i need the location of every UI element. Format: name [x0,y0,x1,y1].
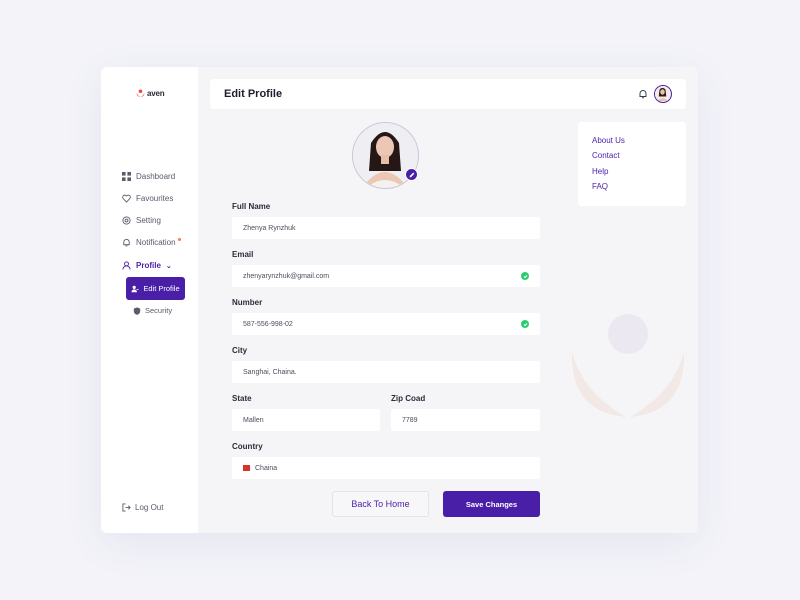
logo-icon [136,89,145,98]
user-avatar[interactable] [654,85,672,103]
link-contact[interactable]: Contact [592,151,620,160]
shield-icon [133,306,141,315]
email-value: zhenyarynzhuk@gmail.com [243,272,330,280]
bell-icon [123,238,130,247]
sidebar-item-favourites[interactable]: Favourites [122,194,173,203]
brand-name: aven [147,89,165,98]
sidebar-item-setting[interactable]: Setting [122,216,161,225]
sidebar-subitem-security[interactable]: Security [133,306,172,315]
grid-icon [122,172,131,181]
sidebar-item-label: Profile [136,261,161,270]
gear-icon [122,216,131,225]
user-edit-icon [131,285,139,292]
sidebar-item-label: Setting [136,216,161,225]
full-name-value: Zhenya Rynzhuk [243,224,296,232]
zip-field[interactable]: 7789 [391,409,540,431]
check-icon [521,272,529,280]
sidebar-item-label: Favourites [136,194,174,203]
avatar-portrait [655,86,670,101]
email-field[interactable]: zhenyarynzhuk@gmail.com [232,265,540,287]
pencil-icon [409,172,414,177]
notification-bell-icon[interactable] [638,89,648,99]
chevron-down-icon: ⌄ [165,262,172,270]
number-field[interactable]: 587-556-998-02 [232,313,540,335]
state-value: Mallen [243,416,264,424]
edit-photo-button[interactable] [405,168,418,181]
state-label: State [232,394,252,403]
number-value: 587-556-998-02 [243,320,293,328]
notification-dot [177,238,181,241]
city-value: Sanghai, Chaina. [243,368,297,376]
logout-button[interactable]: Log Out [122,503,163,512]
top-bar: Edit Profile [210,79,686,109]
page-title: Edit Profile [224,88,283,100]
user-icon [122,261,131,270]
back-to-home-button[interactable]: Back To Home [332,491,429,517]
sidebar-item-label: Dashboard [136,172,176,181]
number-label: Number [232,298,263,307]
sidebar-subitem-edit-profile[interactable]: Edit Profile [126,277,185,300]
link-faq[interactable]: FAQ [592,182,608,191]
full-name-label: Full Name [232,202,271,211]
link-help[interactable]: Help [592,167,608,176]
sidebar-item-profile[interactable]: Profile ⌄ [122,261,172,270]
sidebar-subitem-label: Edit Profile [143,284,180,293]
state-field[interactable]: Mallen [232,409,380,431]
brand-logo[interactable]: aven [136,89,165,98]
country-value: Chaina [255,464,278,472]
flag-icon [243,465,250,471]
email-label: Email [232,250,254,259]
heart-icon [122,194,131,203]
zip-value: 7789 [402,416,418,424]
logout-icon [122,503,131,512]
country-select[interactable]: Chaina [232,457,540,479]
sidebar-item-notification[interactable]: Notification [122,238,184,247]
decorative-logo-watermark [571,314,685,417]
sidebar-subitem-label: Security [145,306,173,315]
app-window: aven Dashboard Favourites Setting Notifi… [101,67,698,533]
city-field[interactable]: Sanghai, Chaina. [232,361,540,383]
country-label: Country [232,442,263,451]
full-name-field[interactable]: Zhenya Rynzhuk [232,217,540,239]
help-links-card: About Us Contact Help FAQ [578,122,686,206]
zip-label: Zip Coad [391,394,426,403]
sidebar: aven Dashboard Favourites Setting Notifi… [101,67,198,533]
check-icon [521,320,529,328]
save-changes-button[interactable]: Save Changes [443,491,540,517]
city-label: City [232,346,248,355]
link-about-us[interactable]: About Us [592,136,625,145]
sidebar-item-label: Notification [136,238,176,247]
sidebar-item-dashboard[interactable]: Dashboard [122,172,175,181]
logout-label: Log Out [135,503,164,512]
